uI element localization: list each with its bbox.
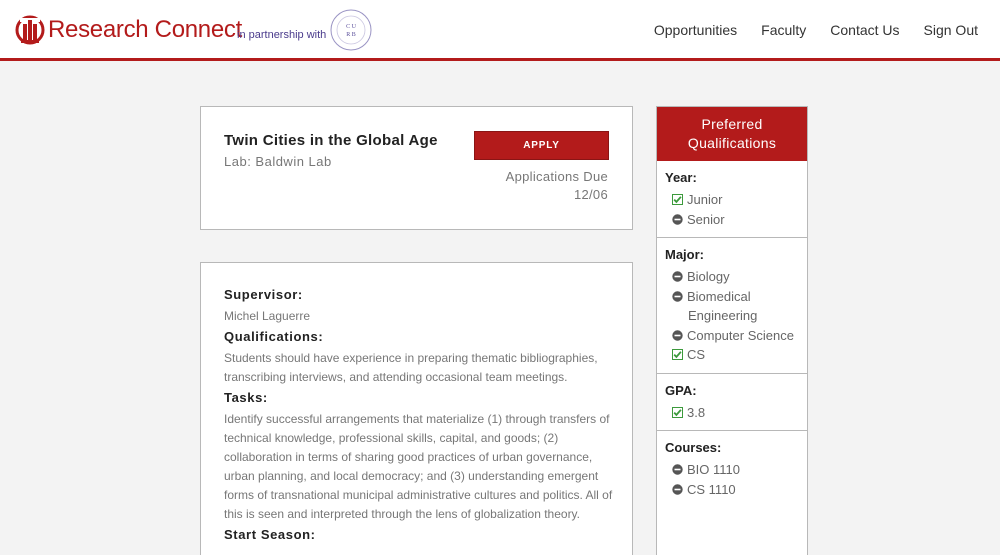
opportunity-details-card: Supervisor: Michel Laguerre Qualificatio… xyxy=(200,262,633,555)
svg-text:R B: R B xyxy=(346,32,356,38)
research-connect-logo-icon xyxy=(15,15,45,45)
qualification-label: Biomedical Engineering xyxy=(687,288,758,324)
qualification-item: Senior xyxy=(672,210,799,230)
tasks-label: Tasks: xyxy=(224,390,268,405)
minus-circle-icon xyxy=(672,464,683,475)
qualification-label: Junior xyxy=(687,192,723,207)
minus-circle-icon xyxy=(672,213,683,225)
nav-sign-out[interactable]: Sign Out xyxy=(924,22,978,38)
panel-title: Preferred Qualifications xyxy=(657,107,807,161)
nav-faculty[interactable]: Faculty xyxy=(761,22,806,38)
svg-text:C U: C U xyxy=(346,24,357,30)
nav-contact-us[interactable]: Contact Us xyxy=(830,22,899,38)
partner-text: in partnership with xyxy=(237,29,327,41)
qualification-item: CS xyxy=(672,345,799,365)
minus-circle-icon xyxy=(672,290,683,302)
qualification-section: Year: Junior Senior xyxy=(657,161,807,238)
section-title: Year: xyxy=(665,170,697,185)
checkbox-checked-icon xyxy=(672,406,683,418)
qualification-item: Biomedical Engineering xyxy=(672,287,799,326)
qualification-item: Computer Science xyxy=(672,326,799,346)
opportunity-title: Twin Cities in the Global Age xyxy=(224,132,438,149)
supervisor-label: Supervisor: xyxy=(224,287,303,302)
section-title: Major: xyxy=(665,247,704,262)
qualifications-value: Students should have experience in prepa… xyxy=(224,351,598,384)
qualification-section: Courses: BIO 1110 CS 1110 xyxy=(657,431,807,507)
minus-circle-icon xyxy=(672,271,683,282)
start-season-label: Start Season: xyxy=(224,527,316,542)
qualification-label: Computer Science xyxy=(687,327,794,343)
nav-opportunities[interactable]: Opportunities xyxy=(654,22,737,38)
tasks-value: Identify successful arrangements that ma… xyxy=(224,412,613,521)
minus-circle-icon xyxy=(672,483,683,495)
qualification-item: BIO 1110 xyxy=(672,460,799,480)
checkbox-checked-icon xyxy=(672,349,683,360)
qualification-section: Major: Biology Biomedical Engineering Compu… xyxy=(657,238,807,374)
due-date: 12/06 xyxy=(573,187,608,202)
qualification-item: CS 1110 xyxy=(672,480,799,500)
qualification-label: CS xyxy=(687,347,706,362)
qualification-item: 3.8 xyxy=(672,403,799,423)
main-nav: Opportunities Faculty Contact Us Sign Ou… xyxy=(654,22,978,38)
section-title: GPA: xyxy=(665,382,697,398)
qualification-label: CS 1110 xyxy=(687,481,736,497)
lab-name: Lab: Baldwin Lab xyxy=(224,154,332,169)
top-navbar: Research Connect in partnership with C U… xyxy=(0,0,1000,61)
minus-circle-icon xyxy=(672,329,683,341)
qualification-label: Senior xyxy=(687,211,725,227)
apply-button[interactable]: APPLY xyxy=(474,131,609,160)
qualifications-label: Qualifications: xyxy=(224,329,324,344)
qualification-section: GPA: 3.8 xyxy=(657,374,807,431)
qualification-item: Junior xyxy=(672,190,799,210)
section-title: Courses: xyxy=(665,440,722,455)
due-label: Applications Due xyxy=(505,169,608,184)
opportunity-header-card: Twin Cities in the Global Age Lab: Baldw… xyxy=(200,106,633,230)
curb-seal-icon: C U R B xyxy=(330,9,372,51)
applications-due: Applications Due 12/06 xyxy=(506,168,608,204)
qualification-item: Biology xyxy=(672,267,799,287)
qualification-label: 3.8 xyxy=(687,404,706,420)
qualification-label: BIO 1110 xyxy=(687,462,740,477)
brand[interactable]: Research Connect xyxy=(14,14,242,46)
supervisor-value: Michel Laguerre xyxy=(224,309,311,323)
checkbox-checked-icon xyxy=(672,194,683,205)
brand-name: Research Connect xyxy=(48,16,242,43)
qualification-label: Biology xyxy=(687,269,730,284)
preferred-qualifications-panel: Preferred Qualifications Year: Junior Seni… xyxy=(656,106,808,555)
